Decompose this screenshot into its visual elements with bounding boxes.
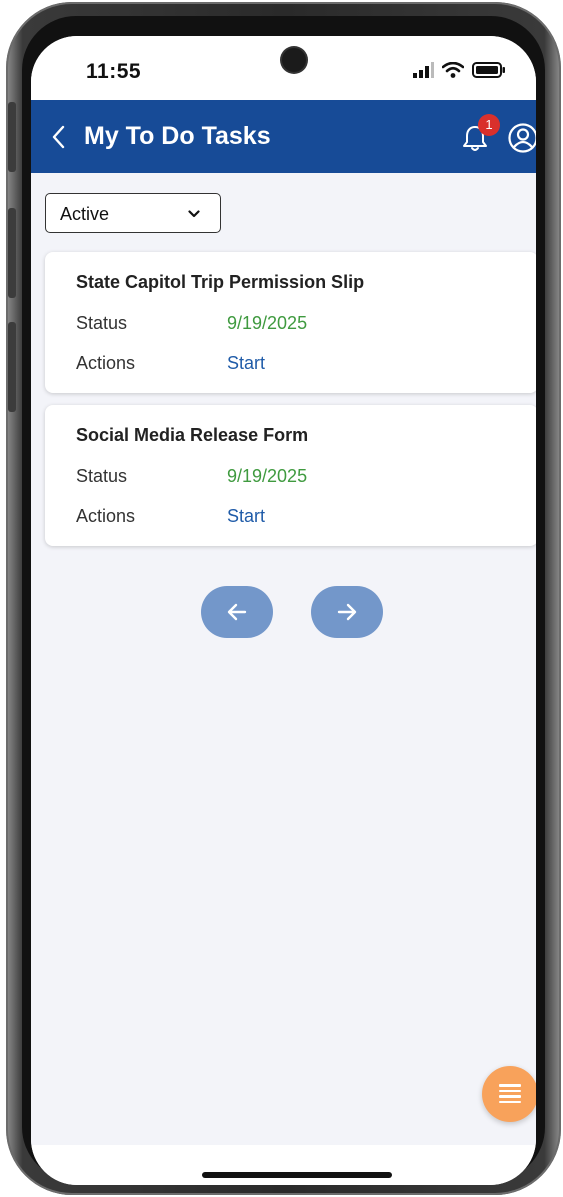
clock-time: 11:55: [86, 60, 142, 83]
phone-side-button: [8, 322, 16, 412]
phone-side-button: [8, 208, 16, 298]
menu-fab-button[interactable]: [482, 1066, 536, 1122]
status-bar: 11:55: [31, 36, 536, 100]
home-indicator[interactable]: [202, 1172, 392, 1178]
notification-badge: 1: [478, 114, 500, 136]
actions-label: Actions: [76, 353, 136, 373]
start-task-link[interactable]: Start: [227, 353, 265, 374]
home-indicator-area: [31, 1145, 536, 1185]
actions-label: Actions: [76, 506, 136, 526]
arrow-right-icon: [337, 603, 357, 621]
arrow-left-icon: [227, 603, 247, 621]
task-card: State Capitol Trip Permission Slip Statu…: [45, 252, 536, 393]
main-content: Active State Capitol Trip Permission Sli…: [31, 173, 536, 1145]
filter-selected-value: Active: [60, 204, 110, 224]
task-card: Social Media Release Form Status 9/19/20…: [45, 405, 536, 546]
status-filter-dropdown[interactable]: Active: [45, 193, 221, 233]
status-date: 9/19/2025: [227, 313, 308, 333]
status-label: Status: [76, 313, 128, 333]
page-title: My To Do Tasks: [84, 122, 271, 150]
phone-side-button: [8, 102, 16, 172]
battery-icon: [472, 62, 505, 78]
front-camera: [282, 48, 306, 72]
status-label: Status: [76, 466, 128, 486]
chevron-down-icon: [188, 210, 200, 218]
status-date: 9/19/2025: [227, 466, 308, 486]
task-title: Social Media Release Form: [76, 425, 309, 445]
previous-page-button[interactable]: [201, 586, 273, 638]
cellular-signal-icon: [413, 62, 434, 78]
user-profile-icon[interactable]: [507, 122, 536, 154]
wifi-icon: [442, 62, 464, 78]
back-chevron-icon[interactable]: [49, 124, 69, 150]
task-title: State Capitol Trip Permission Slip: [76, 272, 365, 292]
status-icons: [412, 62, 506, 78]
app-header: My To Do Tasks 1: [31, 100, 536, 173]
start-task-link[interactable]: Start: [227, 506, 265, 527]
app-screen: 11:55 My To Do Tasks 1 Active State Capi…: [31, 36, 536, 1185]
next-page-button[interactable]: [311, 586, 383, 638]
